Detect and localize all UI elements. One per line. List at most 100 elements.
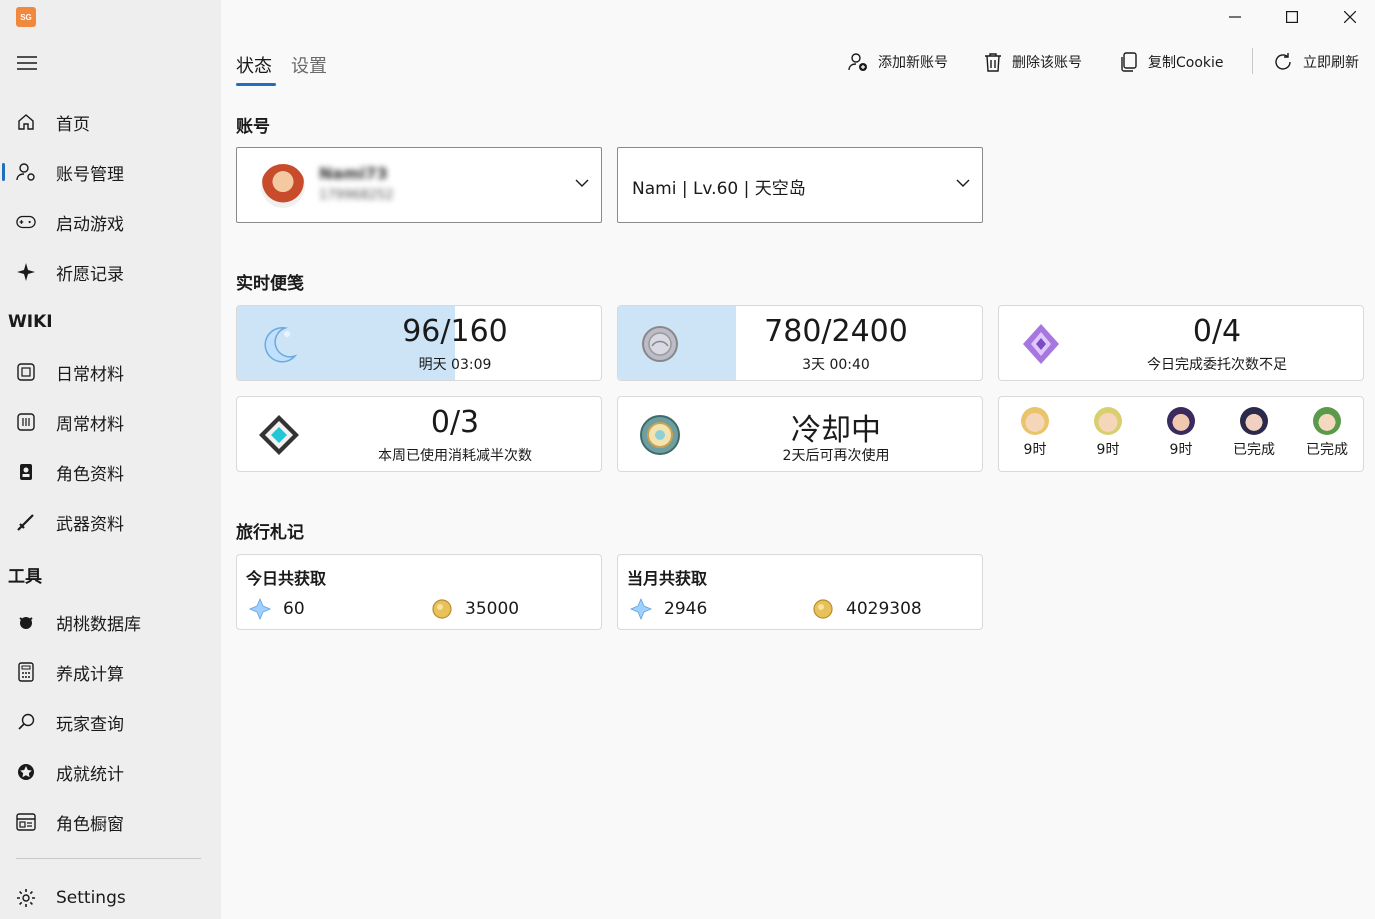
weekly-boss-card: 0/3 本周已使用消耗减半次数 [236, 396, 602, 472]
travel-ledger-header: 旅行札记 [236, 523, 304, 543]
ledger-month-primogems: 2946 [630, 598, 707, 620]
nav-account-management-label: 账号管理 [56, 164, 124, 185]
nav-weekly-materials-label: 周常材料 [56, 414, 124, 435]
nav-weapon-info[interactable]: 武器资料 [4, 502, 217, 542]
nav-wish-history[interactable]: 祈愿记录 [4, 252, 217, 292]
menu-toggle-button[interactable] [8, 44, 46, 82]
close-icon [1344, 11, 1356, 23]
commission-value: 0/4 [1192, 314, 1242, 349]
expedition-status: 9时 [1169, 442, 1193, 458]
nav-settings[interactable]: Settings [4, 878, 217, 918]
app-logo: SG [16, 7, 36, 27]
nav-achievement-stats[interactable]: 成就统计 [4, 752, 217, 792]
ledger-month-mora: 4029308 [812, 598, 922, 620]
minimize-button[interactable] [1212, 0, 1258, 34]
hamburger-icon [17, 56, 37, 70]
primogem-amount: 2946 [664, 599, 708, 619]
nav-player-query[interactable]: 玩家查询 [4, 702, 217, 742]
realtime-notes-header: 实时便笺 [236, 274, 304, 294]
chevron-down-icon [956, 179, 970, 187]
add-account-button[interactable]: 添加新账号 [848, 50, 948, 74]
role-select-combobox[interactable]: Nami | Lv.60 | 天空岛 [617, 147, 983, 223]
nav-cultivation-calc-label: 养成计算 [56, 664, 124, 685]
nav-weapon-info-label: 武器资料 [56, 514, 124, 535]
expedition-slot: 9时 [1151, 407, 1211, 459]
expedition-slot: 9时 [1005, 407, 1065, 459]
ledger-month-card: 当月共获取 2946 4029308 [617, 554, 983, 630]
copy-icon [1121, 52, 1137, 72]
account-section-header: 账号 [236, 117, 270, 137]
commission-status: 今日完成委托次数不足 [1147, 357, 1287, 373]
minimize-icon [1229, 16, 1241, 18]
weekly-boss-value: 0/3 [430, 405, 480, 440]
nav-character-info[interactable]: 角色资料 [4, 452, 217, 492]
primogem-icon [249, 598, 271, 620]
expedition-character-avatar [1313, 407, 1341, 435]
refresh-icon [1275, 53, 1291, 70]
nav-weekly-materials[interactable]: 周常材料 [4, 402, 217, 442]
mora-icon [432, 599, 452, 619]
character-icon [16, 462, 36, 482]
maximize-button[interactable] [1269, 0, 1315, 34]
delete-account-label: 删除该账号 [1012, 55, 1082, 71]
expedition-character-avatar [1021, 407, 1049, 435]
resin-value: 96/160 [402, 314, 508, 349]
mora-amount: 35000 [465, 599, 520, 619]
copy-cookie-button[interactable]: 复制Cookie [1120, 50, 1224, 74]
calculator-icon [16, 662, 36, 682]
refresh-button[interactable]: 立即刷新 [1273, 50, 1359, 74]
commission-card: 0/4 今日完成委托次数不足 [998, 305, 1364, 381]
nav-achievement-stats-label: 成就统计 [56, 764, 124, 785]
expeditions-card: 9时 9时 9时 已完成 已完成 [998, 396, 1364, 472]
close-button[interactable] [1327, 0, 1373, 34]
expedition-character-avatar [1094, 407, 1122, 435]
realm-currency-time: 3天 00:40 [802, 357, 870, 373]
resin-card: 96/160 明天 03:09 [236, 305, 602, 381]
expedition-slot: 已完成 [1297, 407, 1357, 459]
nav-account-management[interactable]: 账号管理 [2, 152, 217, 192]
expedition-slot: 已完成 [1224, 407, 1284, 459]
nav-home[interactable]: 首页 [4, 102, 217, 142]
ledger-today-title: 今日共获取 [246, 569, 327, 588]
tab-status[interactable]: 状态 [236, 52, 272, 78]
ledger-today-mora: 35000 [431, 598, 519, 620]
transformer-status: 2天后可再次使用 [782, 448, 890, 464]
account-settings-icon [16, 162, 36, 182]
delete-account-button[interactable]: 删除该账号 [984, 50, 1082, 74]
nav-cultivation-calc[interactable]: 养成计算 [4, 652, 217, 692]
sidebar: SG 首页 账号管理 启动游戏 祈愿记录 WIKI 日常材料 周常材料 角色资料… [0, 0, 221, 919]
user-select-combobox[interactable]: Nami73 179968252 [236, 147, 602, 223]
nav-daily-materials[interactable]: 日常材料 [4, 352, 217, 392]
toolbar-separator [1252, 48, 1253, 74]
primogem-icon [630, 598, 652, 620]
tab-settings[interactable]: 设置 [291, 52, 327, 78]
nav-character-showcase-label: 角色橱窗 [56, 814, 124, 835]
nav-launch-game[interactable]: 启动游戏 [4, 202, 217, 242]
nav-character-info-label: 角色资料 [56, 464, 124, 485]
nav-hutao-database-label: 胡桃数据库 [56, 614, 141, 635]
sparkle-icon [16, 262, 36, 282]
tools-section-header: 工具 [8, 567, 42, 587]
nav-character-showcase[interactable]: 角色橱窗 [4, 802, 217, 842]
user-name: Nami73 [319, 164, 388, 183]
refresh-label: 立即刷新 [1303, 55, 1359, 71]
sidebar-divider [16, 858, 201, 859]
add-account-label: 添加新账号 [878, 55, 948, 71]
role-select-value: Nami | Lv.60 | 天空岛 [632, 179, 806, 199]
expedition-status: 已完成 [1306, 442, 1348, 458]
nav-player-query-label: 玩家查询 [56, 714, 124, 735]
nav-home-label: 首页 [56, 114, 90, 135]
resin-recovery-time: 明天 03:09 [418, 357, 492, 373]
home-icon [16, 112, 36, 132]
expedition-status: 9时 [1023, 442, 1047, 458]
expedition-status: 9时 [1096, 442, 1120, 458]
expedition-character-avatar [1167, 407, 1195, 435]
weekly-boss-status: 本周已使用消耗减半次数 [378, 448, 532, 464]
trash-icon [985, 53, 1001, 72]
user-uid: 179968252 [319, 188, 394, 203]
weekly-material-icon [16, 412, 36, 432]
mora-icon [813, 599, 833, 619]
nav-launch-game-label: 启动游戏 [56, 214, 124, 235]
search-icon [16, 712, 36, 732]
nav-hutao-database[interactable]: 胡桃数据库 [4, 602, 217, 642]
